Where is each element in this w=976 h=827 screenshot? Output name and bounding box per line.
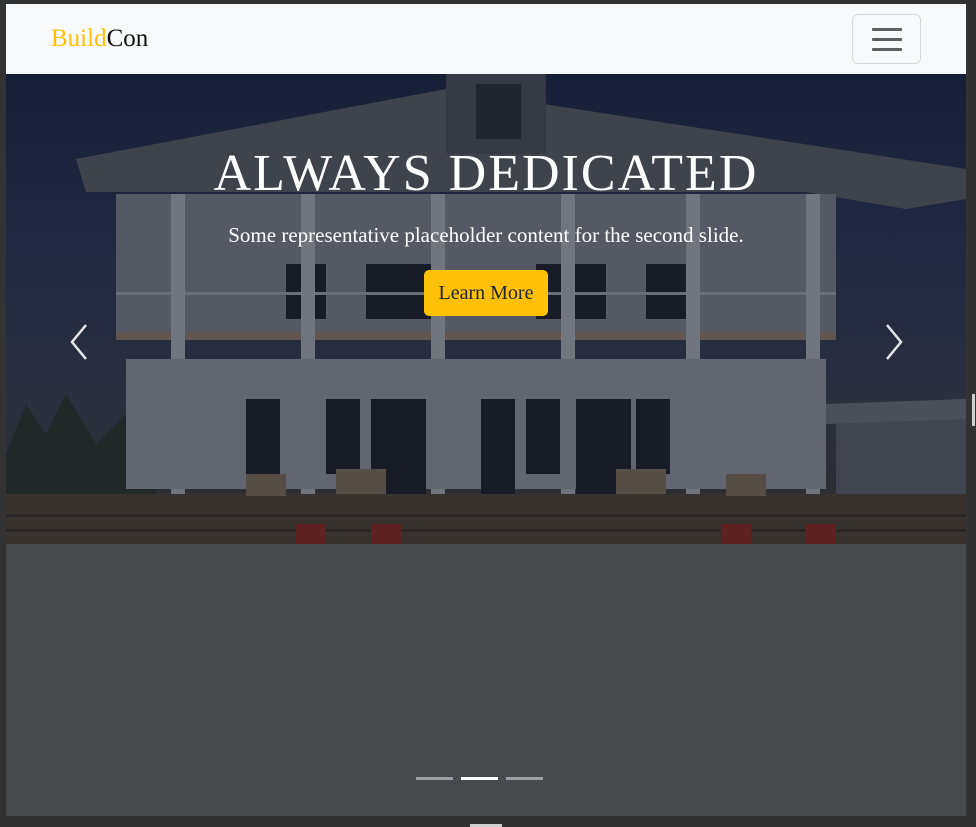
hamburger-menu-icon-bar <box>872 38 902 41</box>
carousel-prev-button[interactable] <box>64 322 94 362</box>
carousel-indicator-2-active[interactable] <box>461 777 498 780</box>
brand-logo-build: Build <box>51 25 107 52</box>
carousel-next-button[interactable] <box>879 322 909 362</box>
chevron-right-icon <box>886 324 903 360</box>
carousel-slide: ALWAYS DEDICATED Some representative pla… <box>6 74 966 544</box>
learn-more-button[interactable]: Learn More <box>423 270 549 316</box>
brand-logo[interactable]: BuildCon <box>51 24 148 54</box>
carousel-indicators <box>416 777 543 780</box>
chevron-left-icon <box>70 324 87 360</box>
carousel-indicator-3[interactable] <box>506 777 543 780</box>
slide-text: Some representative placeholder content … <box>228 223 744 247</box>
carousel-indicator-1[interactable] <box>416 777 453 780</box>
navbar-toggler-button[interactable] <box>852 14 921 64</box>
hamburger-menu-icon-bar <box>872 48 902 51</box>
hamburger-menu-icon <box>872 28 902 31</box>
slide-heading: ALWAYS DEDICATED <box>213 145 759 202</box>
navbar: BuildCon <box>6 4 966 74</box>
scrollbar-handle[interactable] <box>972 394 975 426</box>
carousel-caption: ALWAYS DEDICATED Some representative pla… <box>6 144 966 316</box>
brand-logo-con: Con <box>106 25 149 52</box>
browser-viewport: BuildCon ALWAYS DEDICATED Some represent… <box>6 4 966 816</box>
